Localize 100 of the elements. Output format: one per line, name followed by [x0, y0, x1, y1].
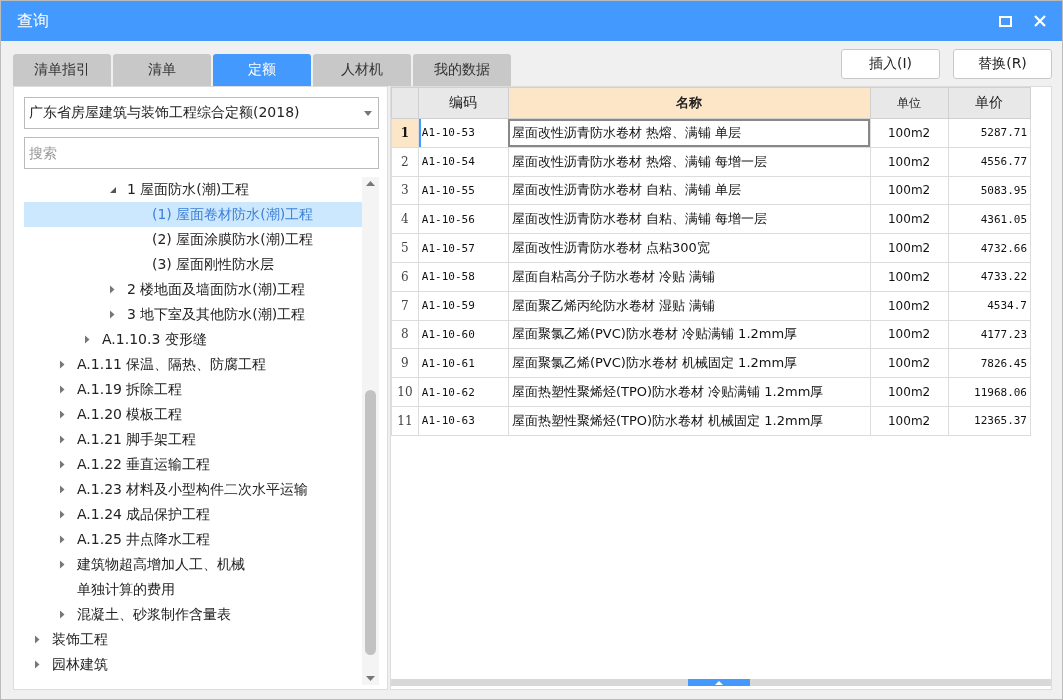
table-cell: 4361.05: [948, 204, 1031, 234]
dropdown-caret-icon[interactable]: [364, 110, 372, 116]
library-dropdown[interactable]: 广东省房屋建筑与装饰工程综合定额(2018): [24, 97, 379, 129]
table-cell: 7826.45: [948, 348, 1031, 378]
table-cell: 12365.37: [948, 406, 1031, 436]
tab[interactable]: 清单: [113, 54, 211, 86]
table-cell: 屋面热塑性聚烯烃(TPO)防水卷材 冷贴满铺 1.2mm厚: [508, 377, 871, 407]
search-field[interactable]: 搜索: [24, 137, 379, 169]
tree-item[interactable]: 3 地下室及其他防水(潮)工程: [24, 302, 362, 327]
table-cell: 4732.66: [948, 233, 1031, 263]
row-number[interactable]: 8: [391, 320, 419, 349]
maximize-icon[interactable]: [999, 15, 1012, 27]
action-button[interactable]: 插入(I): [841, 49, 940, 79]
table-cell: 屋面改性沥青防水卷材 热熔、满铺 单层: [508, 118, 871, 148]
table-cell: 5083.95: [948, 176, 1031, 205]
table-cell: A1-10-59: [418, 291, 509, 321]
table-cell: A1-10-55: [418, 176, 509, 205]
collapsed-arrow-icon[interactable]: [109, 310, 115, 319]
collapsed-arrow-icon[interactable]: [34, 635, 40, 644]
collapsed-arrow-icon[interactable]: [59, 460, 65, 469]
row-number[interactable]: 4: [391, 204, 419, 234]
row-number[interactable]: 9: [391, 348, 419, 378]
column-header[interactable]: 编码: [418, 87, 509, 119]
tree-item[interactable]: (2) 屋面涂膜防水(潮)工程: [24, 227, 362, 252]
row-number[interactable]: 5: [391, 233, 419, 263]
table-cell: 4556.77: [948, 147, 1031, 177]
table-cell: 4534.7: [948, 291, 1031, 321]
table-cell: 100m2: [870, 204, 949, 234]
table-cell: 100m2: [870, 176, 949, 205]
row-number[interactable]: 1: [391, 118, 419, 148]
table-cell: 屋面改性沥青防水卷材 点粘300宽: [508, 233, 871, 263]
table-cell: 100m2: [870, 233, 949, 263]
table-cell: A1-10-63: [418, 406, 509, 436]
tab[interactable]: 人材机: [313, 54, 411, 86]
collapsed-arrow-icon[interactable]: [59, 435, 65, 444]
collapsed-arrow-icon[interactable]: [34, 660, 40, 669]
tab[interactable]: 清单指引: [13, 54, 111, 86]
tree-item[interactable]: A.1.19 拆除工程: [24, 377, 362, 402]
tree-item[interactable]: (3) 屋面刚性防水层: [24, 252, 362, 277]
tree-item[interactable]: A.1.11 保温、隔热、防腐工程: [24, 352, 362, 377]
table-cell: 100m2: [870, 147, 949, 177]
row-number[interactable]: 6: [391, 262, 419, 292]
table-cell: 100m2: [870, 348, 949, 378]
tab[interactable]: 我的数据: [413, 54, 511, 86]
scrollbar[interactable]: [391, 679, 1051, 686]
table-cell: 屋面自粘高分子防水卷材 冷贴 满铺: [508, 262, 871, 292]
collapsed-arrow-icon[interactable]: [59, 510, 65, 519]
row-number[interactable]: 3: [391, 176, 419, 205]
table-cell: A1-10-60: [418, 320, 509, 349]
column-header[interactable]: 单位: [870, 87, 949, 119]
tree-item[interactable]: A.1.20 模板工程: [24, 402, 362, 427]
collapsed-arrow-icon[interactable]: [59, 360, 65, 369]
tree-item[interactable]: 1 屋面防水(潮)工程: [24, 177, 362, 202]
scrollbar[interactable]: [362, 177, 379, 685]
tree-item[interactable]: A.1.21 脚手架工程: [24, 427, 362, 452]
tree-item[interactable]: A.1.24 成品保护工程: [24, 502, 362, 527]
collapsed-arrow-icon[interactable]: [59, 535, 65, 544]
splitter-handle[interactable]: [688, 679, 750, 686]
tree-item[interactable]: 园林建筑: [24, 652, 362, 677]
tree-item[interactable]: 混凝土、砂浆制作含量表: [24, 602, 362, 627]
row-number[interactable]: 10: [391, 377, 419, 407]
tree-item[interactable]: 建筑物超高增加人工、机械 单独计算的费用: [24, 552, 362, 602]
tree-item[interactable]: 2 楼地面及墙面防水(潮)工程: [24, 277, 362, 302]
tree-item[interactable]: 装饰工程: [24, 627, 362, 652]
collapsed-arrow-icon[interactable]: [59, 560, 65, 569]
tree-item[interactable]: A.1.22 垂直运输工程: [24, 452, 362, 477]
row-number[interactable]: 2: [391, 147, 419, 177]
column-header[interactable]: 名称: [508, 87, 871, 119]
table-cell: A1-10-58: [418, 262, 509, 292]
tree-item[interactable]: A.1.25 井点降水工程: [24, 527, 362, 552]
action-button[interactable]: 替换(R): [953, 49, 1052, 79]
collapsed-arrow-icon[interactable]: [84, 335, 90, 344]
table-cell: 屋面热塑性聚烯烃(TPO)防水卷材 机械固定 1.2mm厚: [508, 406, 871, 436]
table-cell: 屋面聚乙烯丙纶防水卷材 湿贴 满铺: [508, 291, 871, 321]
expanded-arrow-icon[interactable]: [109, 185, 117, 194]
scroll-up-icon[interactable]: [366, 181, 375, 186]
collapsed-arrow-icon[interactable]: [109, 285, 115, 294]
collapsed-arrow-icon[interactable]: [59, 410, 65, 419]
table-cell: 100m2: [870, 406, 949, 436]
column-header[interactable]: 单价: [948, 87, 1031, 119]
table-cell: A1-10-53: [418, 118, 509, 148]
close-icon[interactable]: [1034, 15, 1046, 27]
table-cell: 11968.06: [948, 377, 1031, 407]
table-cell: 4733.22: [948, 262, 1031, 292]
tree-item[interactable]: A.1.23 材料及小型构件二次水平运输: [24, 477, 362, 502]
table-cell: 100m2: [870, 320, 949, 349]
row-number[interactable]: 7: [391, 291, 419, 321]
table-cell: 屋面聚氯乙烯(PVC)防水卷材 机械固定 1.2mm厚: [508, 348, 871, 378]
collapsed-arrow-icon[interactable]: [59, 610, 65, 619]
scroll-down-icon[interactable]: [366, 676, 375, 681]
collapsed-arrow-icon[interactable]: [59, 385, 65, 394]
table-cell: 4177.23: [948, 320, 1031, 349]
table-cell: A1-10-54: [418, 147, 509, 177]
table-cell: 100m2: [870, 118, 949, 148]
collapsed-arrow-icon[interactable]: [59, 485, 65, 494]
row-number[interactable]: 11: [391, 406, 419, 436]
table-cell: 屋面改性沥青防水卷材 自粘、满铺 每增一层: [508, 204, 871, 234]
scrollbar-thumb[interactable]: [365, 390, 376, 655]
table-cell: 100m2: [870, 291, 949, 321]
tree-item[interactable]: A.1.10.3 变形缝: [24, 327, 362, 352]
